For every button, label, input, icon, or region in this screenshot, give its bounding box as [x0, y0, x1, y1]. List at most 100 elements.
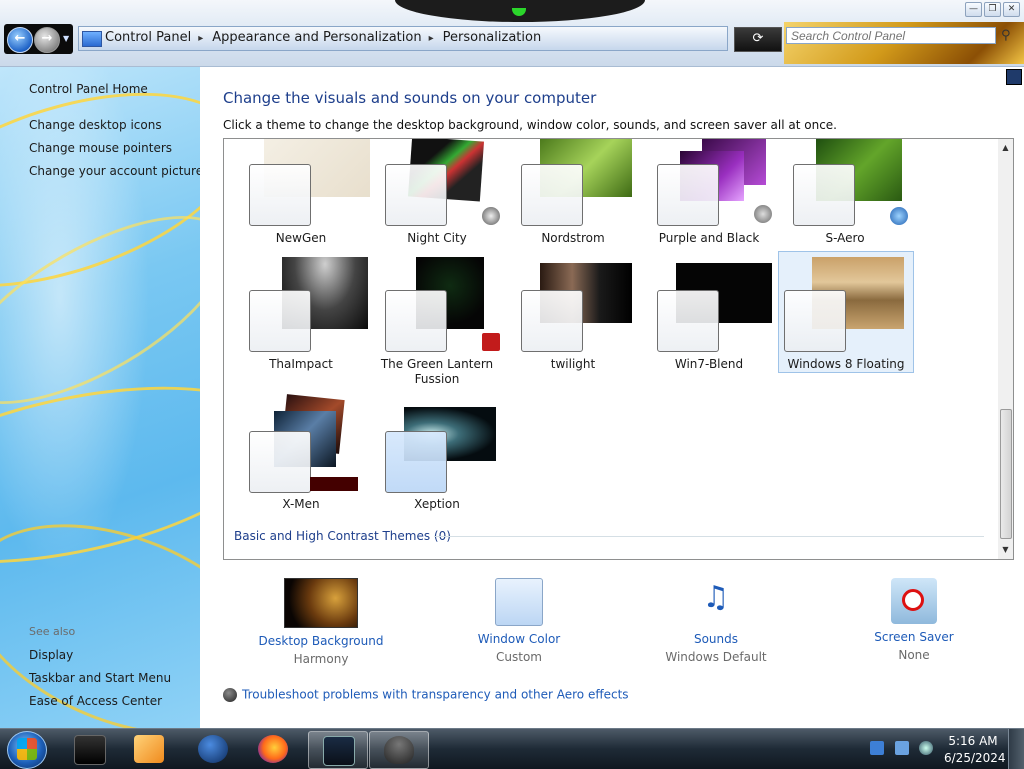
- scroll-thumb[interactable]: [1000, 409, 1012, 539]
- theme-purple-and-black[interactable]: Purple and Black: [642, 139, 776, 259]
- breadcrumb-separator-icon[interactable]: ▸: [198, 33, 203, 44]
- theme-preview: [370, 139, 504, 239]
- desktop-background-link[interactable]: Desktop Background: [251, 634, 391, 648]
- control-panel-home-link[interactable]: Control Panel Home: [29, 82, 148, 96]
- taskbar-firefox[interactable]: [244, 731, 302, 767]
- media-player-icon: [134, 735, 164, 763]
- screen-saver-setting[interactable]: Screen Saver None: [844, 578, 984, 662]
- theme-green-lantern[interactable]: The Green Lantern Fussion: [370, 257, 504, 386]
- taskbar-app-1[interactable]: [60, 731, 118, 767]
- troubleshoot-icon: [223, 687, 237, 702]
- theme-preview: [779, 252, 913, 352]
- clock-time: 5:16 AM: [948, 734, 998, 748]
- theme-windows-8-floating[interactable]: Windows 8 Floating: [778, 251, 914, 373]
- basic-high-contrast-themes-link[interactable]: Basic and High Contrast Themes (0): [234, 529, 451, 543]
- divider: [434, 536, 984, 537]
- maximize-button[interactable]: ❐: [984, 2, 1001, 17]
- help-icon[interactable]: [1006, 69, 1022, 85]
- scroll-down-icon[interactable]: ▼: [998, 543, 1013, 557]
- window-color-link[interactable]: Window Color: [449, 632, 589, 646]
- forward-button[interactable]: →: [34, 27, 60, 53]
- recent-pages-dropdown-icon[interactable]: ▼: [63, 34, 69, 43]
- firefox-icon: [258, 735, 288, 763]
- breadcrumb-appearance[interactable]: Appearance and Personalization: [212, 30, 421, 45]
- desktop-background-icon: [284, 578, 358, 628]
- window-color-value: Custom: [496, 650, 542, 664]
- start-button[interactable]: [7, 731, 47, 769]
- desktop-background-setting[interactable]: Desktop Background Harmony: [251, 578, 391, 666]
- theme-label: NewGen: [275, 231, 327, 245]
- tray-volume-icon[interactable]: [919, 741, 933, 755]
- theme-night-city[interactable]: Night City: [370, 139, 504, 259]
- vertical-scrollbar[interactable]: ▲ ▼: [998, 139, 1013, 559]
- theme-label: Windows 8 Floating: [787, 357, 905, 371]
- search-input[interactable]: [786, 27, 996, 44]
- refresh-button[interactable]: ⟳: [734, 27, 782, 52]
- page-subtitle: Click a theme to change the desktop back…: [223, 118, 837, 132]
- mouse-app-icon: [384, 736, 414, 764]
- change-mouse-pointers-link[interactable]: Change mouse pointers: [29, 141, 172, 155]
- taskbar-start-menu-link[interactable]: Taskbar and Start Menu: [29, 671, 171, 685]
- scroll-up-icon[interactable]: ▲: [998, 141, 1013, 155]
- taskbar-app-6[interactable]: [369, 731, 429, 769]
- theme-win7-blend[interactable]: Win7-Blend: [642, 257, 776, 377]
- theme-preview: [370, 257, 504, 357]
- theme-list: NewGen Night City Nordstrom Purple and B…: [223, 138, 1014, 560]
- taskbar-control-panel[interactable]: [308, 731, 368, 769]
- address-bar[interactable]: Control Panel ▸ Appearance and Personaliza…: [78, 26, 782, 52]
- sounds-setting[interactable]: ♫ Sounds Windows Default: [646, 578, 786, 664]
- globe-app-icon: [198, 735, 228, 763]
- theme-label: X-Men: [282, 497, 320, 511]
- theme-xeption[interactable]: Xeption: [370, 397, 504, 517]
- breadcrumb-personalization[interactable]: Personalization: [443, 30, 542, 45]
- theme-label: Win7-Blend: [674, 357, 744, 371]
- close-button[interactable]: ✕: [1003, 2, 1020, 17]
- theme-label: twilight: [550, 357, 596, 371]
- theme-label: The Green Lantern Fussion: [380, 357, 494, 386]
- display-link[interactable]: Display: [29, 648, 73, 662]
- theme-preview: [778, 139, 912, 239]
- tray-network-icon[interactable]: [895, 741, 909, 755]
- screen-saver-icon: [891, 578, 937, 624]
- screen-saver-link[interactable]: Screen Saver: [844, 630, 984, 644]
- change-desktop-icons-link[interactable]: Change desktop icons: [29, 118, 162, 132]
- change-account-picture-link[interactable]: Change your account picture: [29, 164, 200, 178]
- theme-preview: [234, 139, 370, 239]
- minimize-button[interactable]: —: [965, 2, 982, 17]
- theme-preview: [506, 139, 640, 239]
- tray-app-icon[interactable]: [870, 741, 884, 755]
- theme-nordstrom[interactable]: Nordstrom: [506, 139, 640, 259]
- sounds-link[interactable]: Sounds: [646, 632, 786, 646]
- breadcrumb-control-panel[interactable]: Control Panel: [105, 30, 191, 45]
- top-notch-decoration: [395, 0, 645, 22]
- sounds-value: Windows Default: [665, 650, 767, 664]
- theme-label: ThaImpact: [269, 357, 333, 371]
- ease-of-access-center-link[interactable]: Ease of Access Center: [29, 694, 162, 708]
- taskbar-media-player[interactable]: [120, 731, 178, 767]
- clock[interactable]: 5:16 AM 6/25/2024: [944, 733, 1006, 767]
- theme-twilight[interactable]: twilight: [506, 257, 640, 377]
- troubleshoot-link[interactable]: Troubleshoot problems with transparency …: [242, 688, 629, 702]
- theme-x-men[interactable]: X-Men: [234, 394, 368, 517]
- back-arrow-icon: ←: [14, 31, 26, 46]
- show-desktop-button[interactable]: [1008, 729, 1024, 769]
- theme-s-aero[interactable]: S-Aero: [778, 139, 912, 259]
- breadcrumb-separator-icon[interactable]: ▸: [429, 33, 434, 44]
- control-panel-icon: [82, 31, 102, 47]
- troubleshoot-aero[interactable]: Troubleshoot problems with transparency …: [223, 687, 629, 702]
- theme-newgen[interactable]: NewGen: [234, 139, 370, 259]
- search-icon[interactable]: ⚲: [1001, 28, 1017, 44]
- back-button[interactable]: ←: [7, 27, 33, 53]
- theme-thaimpact[interactable]: ThaImpact: [234, 257, 368, 377]
- theme-label: Purple and Black: [658, 231, 760, 245]
- theme-badge-icon: [890, 207, 908, 225]
- window-color-setting[interactable]: Window Color Custom: [449, 578, 589, 664]
- see-also-heading: See also: [29, 625, 76, 638]
- taskbar-app-3[interactable]: [184, 731, 242, 767]
- theme-label: Night City: [407, 231, 467, 245]
- theme-preview: [234, 394, 368, 497]
- theme-preview: [506, 257, 640, 357]
- theme-badge-icon: [310, 477, 358, 491]
- breadcrumb: Control Panel ▸ Appearance and Personaliza…: [105, 30, 541, 45]
- left-navigation-pane: Control Panel Home Change desktop icons …: [0, 67, 200, 728]
